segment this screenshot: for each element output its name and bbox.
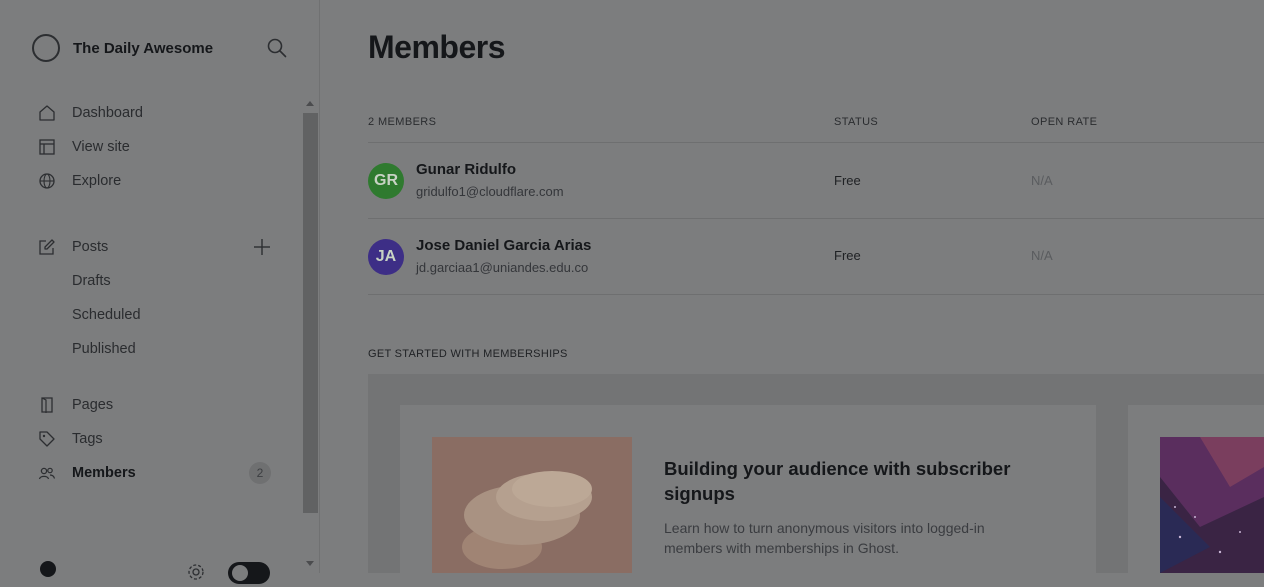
scroll-up-icon[interactable] <box>306 101 314 106</box>
brand[interactable]: The Daily Awesome <box>32 32 213 64</box>
home-icon <box>38 104 56 122</box>
member-name: Gunar Ridulfo <box>416 161 516 178</box>
scrollbar-thumb[interactable] <box>303 113 318 513</box>
nav-label-members: Members <box>72 465 136 481</box>
nav-item-drafts[interactable]: Drafts <box>72 269 111 293</box>
nav-item-explore[interactable]: Explore <box>38 169 121 193</box>
site-name: The Daily Awesome <box>73 39 214 57</box>
col-header-members: 2 MEMBERS <box>368 116 437 128</box>
resource-card-title[interactable]: Building your audience with subscriber s… <box>664 456 1044 506</box>
user-avatar[interactable] <box>40 561 56 577</box>
settings-icon[interactable] <box>186 562 206 582</box>
member-open-rate: N/A <box>1031 173 1053 188</box>
nav-item-members[interactable]: Members <box>38 461 136 485</box>
table-divider <box>368 294 1264 295</box>
member-open-rate: N/A <box>1031 248 1053 263</box>
nav-label-posts: Posts <box>72 239 109 255</box>
nav-label-pages: Pages <box>72 397 114 413</box>
members-count-badge: 2 <box>249 462 271 484</box>
nav-label-explore: Explore <box>72 173 122 189</box>
scroll-down-icon[interactable] <box>306 561 314 566</box>
member-email: jd.garciaa1@uniandes.edu.co <box>416 260 589 275</box>
nav-item-view-site[interactable]: View site <box>38 135 130 159</box>
nav-label-view-site: View site <box>72 139 130 155</box>
nav-item-pages[interactable]: Pages <box>38 393 113 417</box>
search-icon[interactable] <box>266 37 288 59</box>
layout-icon <box>38 138 56 156</box>
member-status: Free <box>834 173 861 188</box>
get-started-heading: GET STARTED WITH MEMBERSHIPS <box>368 348 568 360</box>
nav-item-dashboard[interactable]: Dashboard <box>38 101 143 125</box>
main-content: Members 2 MEMBERS STATUS OPEN RATE GR Gu… <box>320 0 1264 573</box>
nav-item-tags[interactable]: Tags <box>38 427 103 451</box>
resource-card-image <box>432 437 632 573</box>
nav-label-tags: Tags <box>72 431 103 447</box>
tag-icon <box>38 430 56 448</box>
table-divider <box>368 218 1264 219</box>
nav-item-published[interactable]: Published <box>72 337 136 361</box>
nav-label-dashboard: Dashboard <box>72 105 143 121</box>
member-avatar: JA <box>368 239 404 275</box>
sidebar: The Daily Awesome Dashboard View site Ex… <box>0 0 320 584</box>
table-divider <box>368 142 1264 143</box>
member-email: gridulfo1@cloudflare.com <box>416 184 564 199</box>
site-logo-icon <box>32 34 60 62</box>
member-status: Free <box>834 248 861 263</box>
page-title: Members <box>368 29 506 65</box>
users-icon <box>38 464 56 482</box>
resource-card-description: Learn how to turn anonymous visitors int… <box>664 520 985 556</box>
resource-card-image <box>1160 437 1264 573</box>
col-header-status[interactable]: STATUS <box>834 116 878 128</box>
nav-item-posts[interactable]: Posts <box>38 235 108 259</box>
col-header-open-rate[interactable]: OPEN RATE <box>1031 116 1097 128</box>
page-icon <box>38 396 56 414</box>
edit-icon <box>38 238 56 256</box>
member-name: Jose Daniel Garcia Arias <box>416 237 592 254</box>
add-post-icon[interactable] <box>251 236 273 258</box>
nav-item-scheduled[interactable]: Scheduled <box>72 303 141 327</box>
dark-mode-toggle[interactable] <box>228 562 270 584</box>
globe-icon <box>38 172 56 190</box>
member-avatar: GR <box>368 163 404 199</box>
